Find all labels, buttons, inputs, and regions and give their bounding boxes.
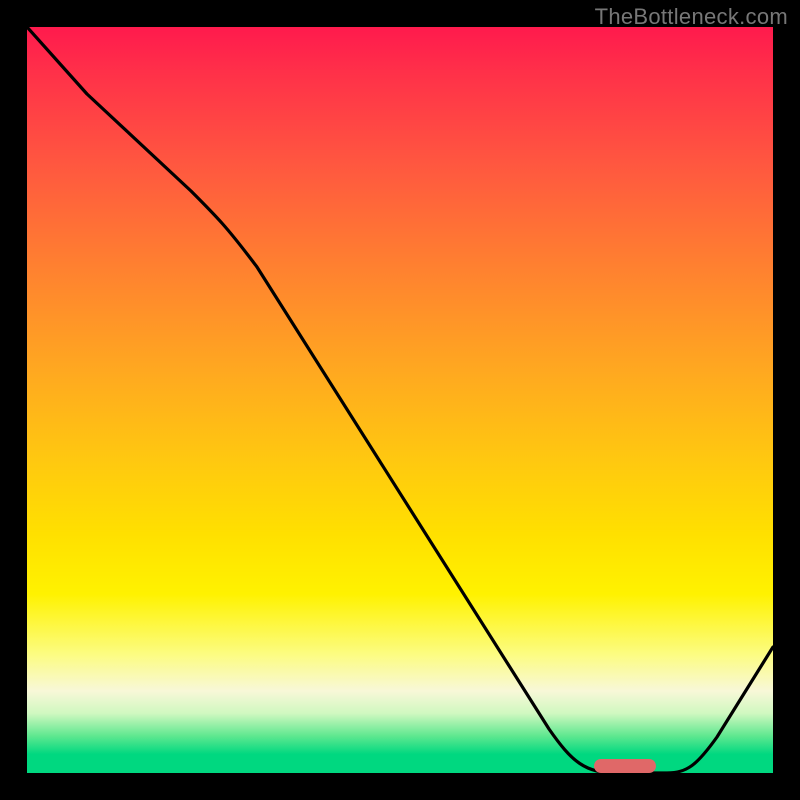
optimal-marker <box>594 759 656 773</box>
curve-path <box>27 27 773 773</box>
bottleneck-curve <box>27 27 773 773</box>
watermark-text: TheBottleneck.com <box>595 4 788 30</box>
